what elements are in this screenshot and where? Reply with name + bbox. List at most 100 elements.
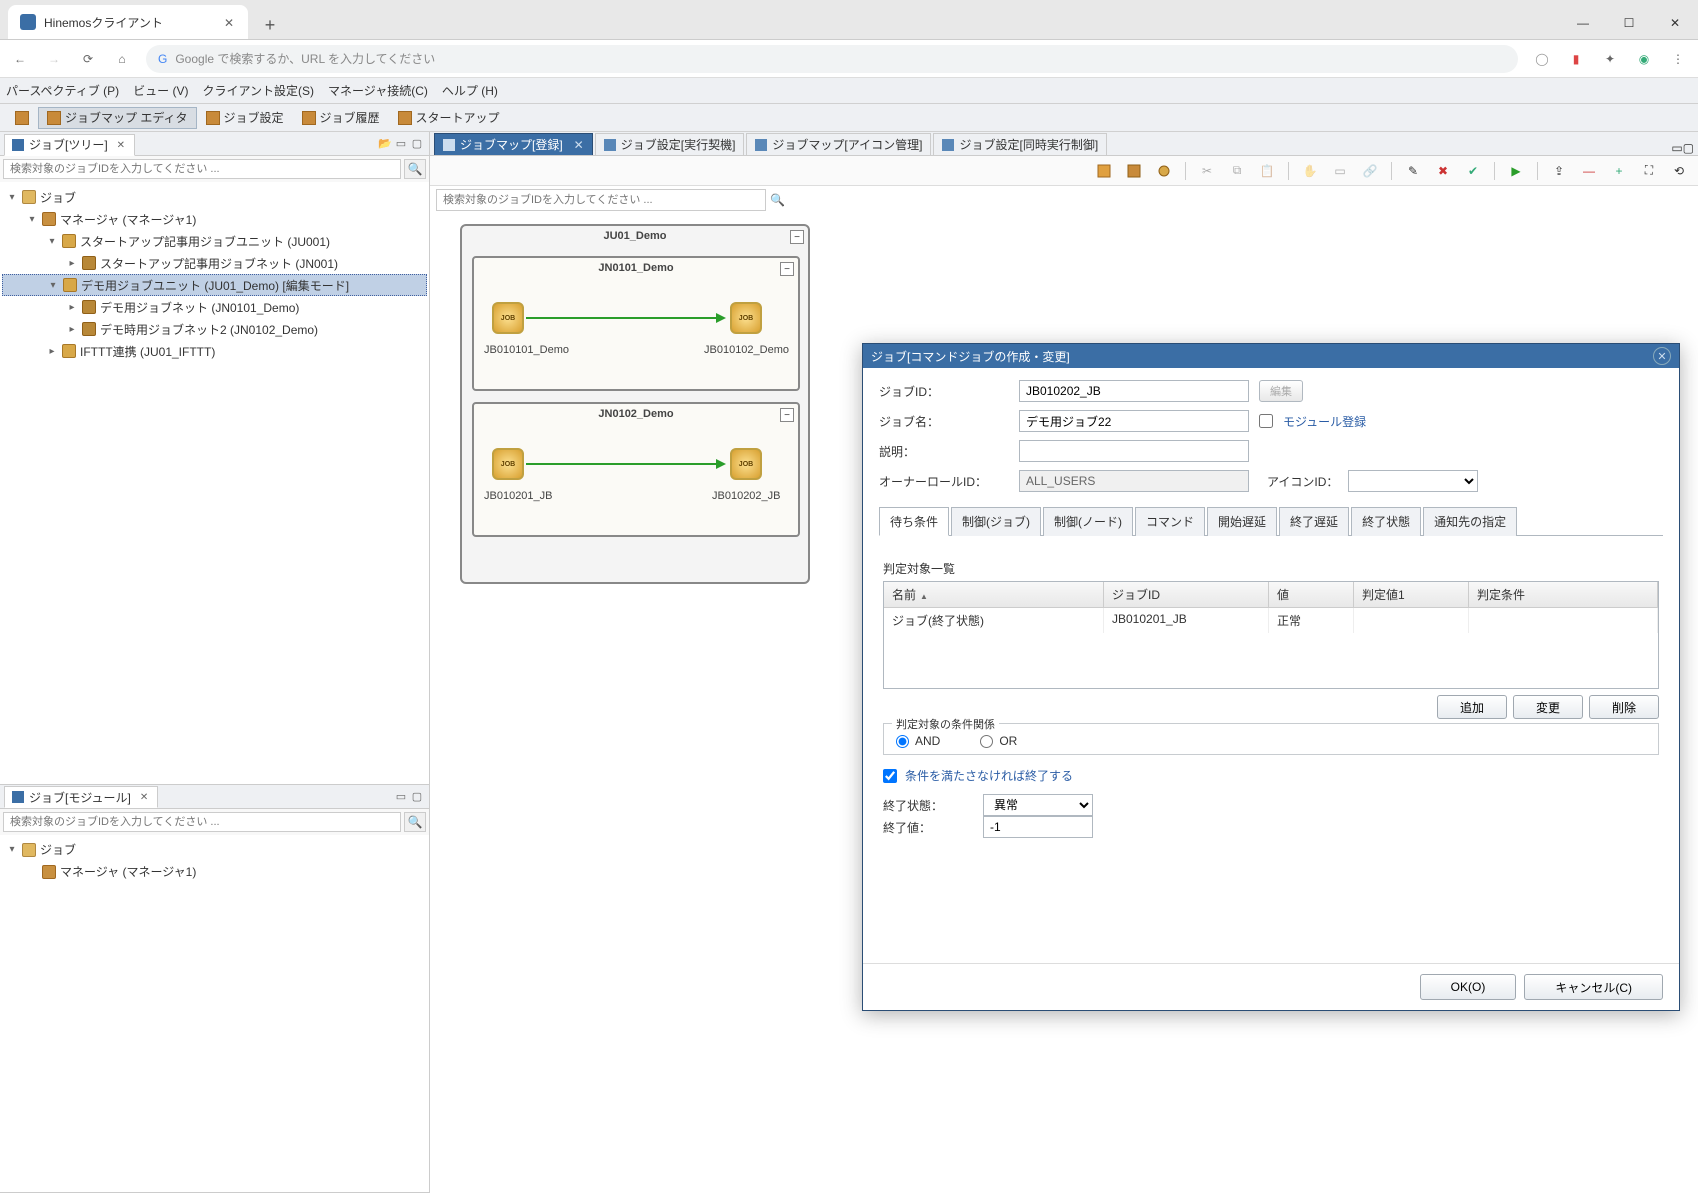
tb-add-button-icon[interactable]: + <box>1608 160 1630 182</box>
tb-validate-icon[interactable]: ✔ <box>1462 160 1484 182</box>
extension-icon[interactable]: ◯ <box>1532 49 1552 69</box>
maximize-button[interactable]: ☐ <box>1606 7 1652 39</box>
module-search-input[interactable] <box>3 812 401 832</box>
th-value[interactable]: 値 <box>1269 582 1354 607</box>
close-window-button[interactable]: ✕ <box>1652 7 1698 39</box>
tab-control-node[interactable]: 制御(ノード) <box>1043 507 1133 536</box>
tree-manager[interactable]: マネージャ (マネージャ1) <box>2 861 427 883</box>
tb-hand-icon[interactable]: ✋ <box>1299 160 1321 182</box>
search-button[interactable]: 🔍 <box>404 812 426 832</box>
forward-button[interactable]: → <box>44 49 64 69</box>
job-icon[interactable]: JOB <box>492 302 524 334</box>
tb-remove-icon[interactable]: — <box>1578 160 1600 182</box>
cancel-button[interactable]: キャンセル(C) <box>1524 974 1663 1000</box>
editor-search-input[interactable] <box>436 189 766 211</box>
menu-client-settings[interactable]: クライアント設定(S) <box>203 82 315 99</box>
delete-button[interactable]: 削除 <box>1589 695 1659 719</box>
minimize-panel-icon[interactable]: ▭ <box>393 136 409 152</box>
expand-icon[interactable]: ▸ <box>66 257 78 269</box>
jobnet-box-1[interactable]: JN0101_Demo − JOB JB010101_Demo JOB JB01… <box>472 256 800 391</box>
tab-close-icon[interactable]: ✕ <box>574 138 584 152</box>
select-icon-id[interactable] <box>1348 470 1478 492</box>
expand-icon[interactable]: ▾ <box>6 191 18 203</box>
tb-fit-icon[interactable]: ⛶ <box>1638 160 1660 182</box>
dialog-titlebar[interactable]: ジョブ[コマンドジョブの作成・変更] ✕ <box>863 344 1679 368</box>
expand-icon[interactable]: ▾ <box>47 279 59 291</box>
jobunit-box[interactable]: JU01_Demo − JN0101_Demo − JOB JB010101_D… <box>460 224 810 584</box>
minimize-panel-icon[interactable]: ▭ <box>393 788 409 804</box>
maximize-panel-icon[interactable]: ▢ <box>409 788 425 804</box>
change-button[interactable]: 変更 <box>1513 695 1583 719</box>
th-cond[interactable]: 判定条件 <box>1469 582 1658 607</box>
tb-paste-icon[interactable]: 📋 <box>1256 160 1278 182</box>
tb-refresh-icon[interactable]: ⟲ <box>1668 160 1690 182</box>
ok-button[interactable]: OK(O) <box>1420 974 1517 1000</box>
tab-close-icon[interactable]: ✕ <box>224 16 236 28</box>
tb-cut-icon[interactable]: ✂ <box>1196 160 1218 182</box>
profile-icon[interactable]: ◉ <box>1634 49 1654 69</box>
tb-run-icon[interactable]: ▶ <box>1505 160 1527 182</box>
th-name[interactable]: 名前▲ <box>884 582 1104 607</box>
perspective-job-settings[interactable]: ジョブ設定 <box>197 107 293 129</box>
radio-or-input[interactable] <box>980 735 993 748</box>
tb-copy-icon[interactable]: ⧉ <box>1226 160 1248 182</box>
input-jobname[interactable] <box>1019 410 1249 432</box>
add-button[interactable]: 追加 <box>1437 695 1507 719</box>
tb-group-icon[interactable]: ▭ <box>1329 160 1351 182</box>
tree-root[interactable]: ▾ジョブ <box>2 839 427 861</box>
tb-edit-icon[interactable]: ✎ <box>1402 160 1424 182</box>
editor-tab-icon-mgmt[interactable]: ジョブマップ[アイコン管理] <box>746 133 931 155</box>
tree-search-input[interactable] <box>3 159 401 179</box>
expand-icon[interactable]: ▾ <box>46 235 58 247</box>
expand-icon[interactable]: ▾ <box>26 213 38 225</box>
tab-end-status[interactable]: 終了状態 <box>1351 507 1421 536</box>
tb-link-icon[interactable]: 🔗 <box>1359 160 1381 182</box>
address-bar[interactable]: G Google で検索するか、URL を入力してください <box>146 45 1518 73</box>
tree-manager[interactable]: ▾マネージャ (マネージャ1) <box>2 208 427 230</box>
tab-end-delay[interactable]: 終了遅延 <box>1279 507 1349 536</box>
maximize-editor-icon[interactable]: ▢ <box>1683 141 1694 155</box>
tree-jobnet[interactable]: ▸デモ時用ジョブネット2 (JN0102_Demo) <box>2 318 427 340</box>
perspective-jobmap-editor[interactable]: ジョブマップ エディタ <box>38 107 197 129</box>
jobnet-box-2[interactable]: JN0102_Demo − JOB JB010201_JB JOB JB0102… <box>472 402 800 537</box>
tab-wait-condition[interactable]: 待ち条件 <box>879 507 949 536</box>
input-description[interactable] <box>1019 440 1249 462</box>
select-end-status[interactable]: 異常 <box>983 794 1093 816</box>
tab-close-icon[interactable]: ✕ <box>140 792 150 802</box>
tab-start-delay[interactable]: 開始遅延 <box>1207 507 1277 536</box>
collapse-icon[interactable]: − <box>790 230 804 244</box>
editor-tab-concurrent[interactable]: ジョブ設定[同時実行制御] <box>933 133 1107 155</box>
minimize-editor-icon[interactable]: ▭ <box>1671 141 1682 155</box>
expand-icon[interactable]: ▸ <box>66 301 78 313</box>
perspective-startup[interactable]: スタートアップ <box>389 107 509 129</box>
editor-tab-job-trigger[interactable]: ジョブ設定[実行契機] <box>595 133 745 155</box>
expand-icon[interactable] <box>26 866 38 878</box>
home-button[interactable]: ⌂ <box>112 49 132 69</box>
tree-jobunit-demo[interactable]: ▾デモ用ジョブユニット (JU01_Demo) [編集モード] <box>2 274 427 296</box>
tree-jobnet[interactable]: ▸デモ用ジョブネット (JN0101_Demo) <box>2 296 427 318</box>
expand-icon[interactable]: ▸ <box>46 345 58 357</box>
checkbox-module-register[interactable] <box>1259 414 1273 428</box>
checkbox-terminate[interactable] <box>883 769 897 783</box>
perspective-job-history[interactable]: ジョブ履歴 <box>293 107 389 129</box>
th-jobid[interactable]: ジョブID <box>1104 582 1269 607</box>
extension-icon-2[interactable]: ▮ <box>1566 49 1586 69</box>
tab-close-icon[interactable]: ✕ <box>117 140 127 150</box>
new-tab-button[interactable]: + <box>256 11 284 39</box>
tree-root[interactable]: ▾ジョブ <box>2 186 427 208</box>
radio-or[interactable]: OR <box>980 734 1017 748</box>
search-button[interactable]: 🔍 <box>770 193 785 207</box>
tab-notify[interactable]: 通知先の指定 <box>1423 507 1517 536</box>
tb-gear-icon[interactable] <box>1153 160 1175 182</box>
tb-delete-icon[interactable]: ✖ <box>1432 160 1454 182</box>
extensions-puzzle-icon[interactable]: ✦ <box>1600 49 1620 69</box>
job-tree-tab[interactable]: ジョブ[ツリー] ✕ <box>4 134 135 156</box>
tab-command[interactable]: コマンド <box>1135 507 1205 536</box>
menu-manager-connect[interactable]: マネージャ接続(C) <box>328 82 428 99</box>
collapse-icon[interactable]: − <box>780 408 794 422</box>
open-folder-icon[interactable]: 📂 <box>377 136 393 152</box>
radio-and-input[interactable] <box>896 735 909 748</box>
tree-jobnet[interactable]: ▸スタートアップ記事用ジョブネット (JN001) <box>2 252 427 274</box>
tree-jobunit[interactable]: ▸IFTTT連携 (JU01_IFTTT) <box>2 340 427 362</box>
expand-icon[interactable]: ▾ <box>6 844 18 856</box>
